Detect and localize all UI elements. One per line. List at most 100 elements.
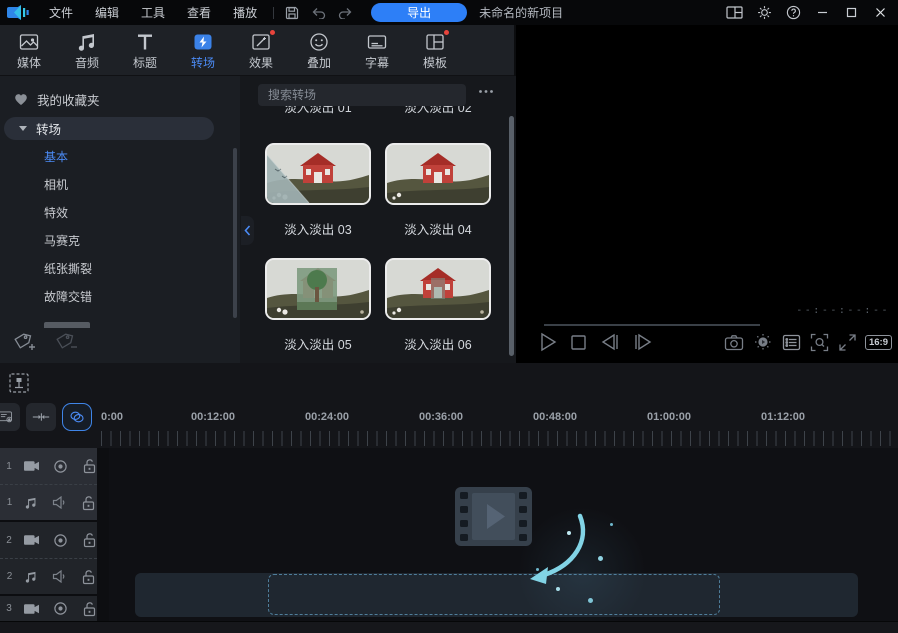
tab-overlays[interactable]: 叠加 — [290, 25, 348, 75]
layout-icon[interactable] — [720, 3, 749, 22]
transition-thumb-fade06[interactable] — [385, 258, 491, 320]
menu-play[interactable]: 播放 — [222, 4, 268, 21]
remove-tag-icon[interactable] — [52, 330, 80, 356]
subtitle-icon — [366, 31, 388, 53]
sidebar-item-papertear[interactable]: 纸张撕裂 — [44, 262, 92, 276]
title-t-icon — [134, 31, 156, 53]
add-tag-icon[interactable] — [10, 330, 38, 356]
unlock-icon[interactable] — [81, 495, 96, 511]
menu-edit[interactable]: 编辑 — [84, 4, 130, 21]
speaker-icon[interactable] — [52, 570, 67, 583]
new-badge — [444, 30, 449, 35]
menu-view[interactable]: 查看 — [176, 4, 222, 21]
sidebar-item-basic[interactable]: 基本 — [44, 150, 68, 164]
sidebar-item-special[interactable]: 特效 — [44, 206, 68, 220]
snapshot-camera-icon[interactable] — [723, 333, 745, 352]
menu-file[interactable]: 文件 — [38, 4, 84, 21]
playback-controls — [538, 331, 654, 353]
project-title: 未命名的新项目 — [479, 4, 563, 21]
sparkle-dot — [567, 531, 571, 535]
track-header-video2[interactable]: 2 — [0, 522, 97, 559]
auto-ripple-icon[interactable] — [62, 403, 92, 431]
tag-toolbar — [10, 330, 80, 356]
track-tool-icon[interactable] — [7, 371, 31, 395]
redo-button[interactable] — [332, 4, 359, 22]
sidebar-scrollbar[interactable] — [233, 148, 237, 318]
ruler-label: 00:36:00 — [419, 411, 463, 423]
transition-bolt-icon — [192, 31, 214, 53]
app-logo-icon — [6, 4, 30, 21]
menu-tools[interactable]: 工具 — [130, 4, 176, 21]
visibility-eye-icon[interactable] — [53, 459, 68, 474]
export-button[interactable]: 导出 — [371, 3, 467, 22]
sidebar-item-glitch[interactable]: 故障交错 — [44, 290, 92, 304]
snap-icon[interactable] — [26, 403, 56, 431]
preview-tools: 16:9 — [723, 331, 892, 353]
template-icon — [424, 31, 446, 53]
transition-thumb-fade03[interactable] — [265, 143, 371, 205]
library-scrollbar[interactable] — [509, 116, 514, 356]
tab-subtitles[interactable]: 字幕 — [348, 25, 406, 75]
sparkle-dot — [588, 598, 593, 603]
help-icon[interactable] — [780, 2, 807, 23]
panel-collapse-handle[interactable] — [241, 216, 254, 245]
tab-effects[interactable]: 效果 — [232, 25, 290, 75]
heart-icon — [14, 93, 28, 106]
tab-titles[interactable]: 标题 — [116, 25, 174, 75]
maximize-button[interactable] — [838, 4, 865, 21]
tab-audio[interactable]: 音频 — [58, 25, 116, 75]
close-button[interactable] — [867, 4, 894, 21]
unlock-icon[interactable] — [81, 569, 96, 585]
unlock-icon[interactable] — [82, 458, 97, 474]
track-manager-icon[interactable] — [0, 403, 20, 431]
settings-gear-icon[interactable] — [751, 2, 778, 23]
transition-library: 淡入淡出 01 淡入淡出 02 淡入淡出 03 淡入淡出 04 淡入淡出 05 … — [240, 76, 516, 363]
ruler-label: 01:00:00 — [647, 411, 691, 423]
transition-label: 淡入淡出 06 — [385, 334, 491, 353]
track-header-video3[interactable]: 3 — [0, 596, 97, 621]
sidebar-favorites[interactable]: 我的收藏夹 — [14, 90, 100, 109]
visibility-eye-icon[interactable] — [53, 533, 68, 548]
titlebar: 文件 编辑 工具 查看 播放 导出 未命名的新项目 — [0, 0, 898, 25]
stop-button[interactable] — [569, 333, 588, 352]
sidebar-group-transitions[interactable]: 转场 — [4, 117, 214, 140]
next-frame-button[interactable] — [632, 332, 654, 352]
sparkle-dot — [598, 556, 603, 561]
zoom-fit-icon[interactable] — [809, 332, 830, 353]
track-header-gap — [97, 448, 109, 621]
seek-bar[interactable] — [544, 324, 760, 326]
sidebar-item-camera[interactable]: 相机 — [44, 178, 68, 192]
unlock-icon[interactable] — [82, 532, 97, 548]
minimize-button[interactable] — [809, 4, 836, 21]
tab-transitions[interactable]: 转场 — [174, 25, 232, 75]
track-header-audio2[interactable]: 2 — [0, 559, 97, 596]
sidebar-item-clipped[interactable] — [44, 322, 96, 328]
visibility-eye-icon[interactable] — [53, 601, 68, 616]
sidebar-item-mosaic[interactable]: 马赛克 — [44, 234, 80, 248]
chevron-down-icon — [19, 126, 27, 131]
drop-zone[interactable] — [268, 574, 720, 615]
transition-thumb-fade04[interactable] — [385, 143, 491, 205]
undo-button[interactable] — [305, 4, 332, 22]
track-header-video1[interactable]: 1 — [0, 448, 97, 485]
save-button[interactable] — [279, 3, 305, 23]
tab-media[interactable]: 媒体 — [0, 25, 58, 75]
filmstrip-play-icon — [455, 487, 532, 546]
unlock-icon[interactable] — [82, 601, 97, 617]
play-button[interactable] — [538, 331, 558, 353]
marker-list-icon[interactable] — [781, 333, 802, 352]
preview-panel: --:--:--:-- 16:9 — [516, 25, 898, 363]
more-options-icon[interactable] — [476, 87, 496, 96]
aspect-ratio-badge[interactable]: 16:9 — [865, 335, 892, 350]
timeline-ruler[interactable] — [101, 431, 898, 446]
search-input[interactable] — [258, 84, 466, 106]
previous-frame-button[interactable] — [599, 332, 621, 352]
transition-thumb-fade05[interactable] — [265, 258, 371, 320]
track-header-audio1[interactable]: 1 — [0, 485, 97, 522]
music-note-icon — [24, 570, 38, 584]
effects-wand-icon — [250, 31, 272, 53]
speaker-icon[interactable] — [52, 496, 67, 509]
render-quality-icon[interactable] — [752, 331, 774, 353]
fullscreen-icon[interactable] — [837, 332, 858, 353]
tab-templates[interactable]: 模板 — [406, 25, 464, 75]
